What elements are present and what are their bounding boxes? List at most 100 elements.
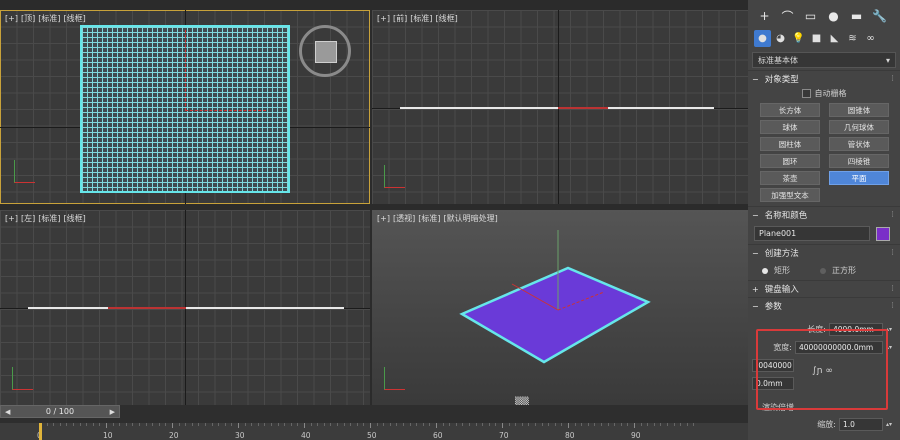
chevron-left-icon[interactable]: ◀ [5, 408, 10, 416]
plane-edge-left[interactable] [28, 307, 344, 309]
viewport-top-label[interactable]: [+] [顶] [标准] [线框] [5, 13, 89, 24]
rollout-parameters[interactable]: − 参数 ⁞ [748, 297, 900, 314]
timeline-minor-tick [554, 423, 556, 426]
rollout-creation-method[interactable]: − 创建方法 ⁞ [748, 244, 900, 261]
tube-button[interactable]: 管状体 [829, 137, 889, 151]
viewcube-face-icon[interactable] [315, 41, 337, 63]
timeline-minor-tick [178, 423, 180, 426]
timeline-minor-tick [620, 423, 622, 426]
timeline-minor-tick [581, 423, 583, 426]
timeline-minor-tick [383, 423, 385, 426]
timeline-minor-tick [389, 423, 391, 426]
timeline-minor-tick [482, 423, 484, 426]
radio-on-icon[interactable] [762, 267, 768, 274]
scale-spinner[interactable]: 1.0 [838, 418, 883, 431]
timeline-minor-tick [614, 423, 616, 426]
shapes-icon[interactable]: ◕ [772, 30, 789, 47]
object-color-swatch[interactable] [876, 226, 890, 241]
time-slider[interactable]: ◀ 0 / 100 ▶ [0, 405, 120, 418]
box-button[interactable]: 长方体 [760, 103, 820, 117]
rollout-keyboard-entry[interactable]: + 键盘输入 ⁞ [748, 280, 900, 297]
motion-tab-icon[interactable]: ● [823, 6, 844, 26]
rollout-name-color[interactable]: − 名称和颜色 ⁞ [748, 206, 900, 223]
timeline-minor-tick [59, 423, 61, 426]
category-dropdown[interactable]: 标准基本体 ▾ [752, 52, 896, 68]
spinner-arrows-icon[interactable]: ▴▾ [886, 421, 892, 428]
time-cursor[interactable] [39, 423, 42, 440]
sphere-button[interactable]: 球体 [760, 120, 820, 134]
viewport-top[interactable]: [+] [顶] [标准] [线框] [0, 10, 370, 204]
display-tab-icon[interactable]: ▬ [846, 6, 867, 26]
timeline-minor-tick [686, 423, 688, 426]
chevron-right-icon[interactable]: ▶ [110, 408, 115, 416]
collapse-icon: − [752, 301, 759, 311]
timeline-minor-tick [363, 423, 365, 426]
square-radio[interactable]: 正方形 [820, 265, 856, 276]
plane-edge-front[interactable] [400, 107, 714, 109]
transform-gizmo-icon [185, 30, 266, 111]
hierarchy-tab-icon[interactable]: ▭ [800, 6, 821, 26]
viewport-perspective[interactable]: [+] [透视] [标准] [默认明暗处理] [372, 210, 748, 405]
timeline-minor-tick [488, 423, 490, 426]
expand-icon: + [752, 284, 759, 294]
timeline-tick [502, 423, 503, 428]
plane-mesh-perspective[interactable] [372, 210, 748, 405]
viewport-left-label[interactable]: [+] [左] [标准] [线框] [5, 213, 89, 224]
lights-icon[interactable]: 💡 [790, 30, 807, 47]
timeline-minor-tick [139, 423, 140, 426]
timeline-minor-tick [528, 423, 530, 426]
viewport-front[interactable]: [+] [前] [标准] [线框] [372, 10, 748, 204]
text-plus-button[interactable]: 加强型文本 [760, 188, 820, 202]
pyramid-button[interactable]: 四棱锥 [829, 154, 889, 168]
radio-off-icon[interactable] [820, 267, 826, 274]
plane-button[interactable]: 平面 [829, 171, 889, 185]
timeline-minor-tick [132, 423, 134, 426]
rollout-object-type[interactable]: − 对象类型 ⁞ [748, 70, 900, 87]
rollout-handle-icon: ⁞ [891, 284, 894, 294]
space-warps-icon[interactable]: ≋ [844, 30, 861, 47]
timeline-minor-tick [191, 423, 193, 426]
timeline-minor-tick [627, 423, 629, 426]
timeline-minor-tick [574, 423, 576, 426]
timeline-minor-tick [561, 423, 563, 426]
create-tab-icon[interactable]: + [754, 6, 775, 26]
checkbox-icon[interactable] [801, 89, 811, 98]
geometry-icon[interactable]: ● [754, 30, 771, 47]
timeline-minor-tick [337, 423, 338, 426]
cameras-icon[interactable]: ■ [808, 30, 825, 47]
timeline-minor-tick [693, 423, 695, 426]
helpers-icon[interactable]: ◣ [826, 30, 843, 47]
timeline-minor-tick [587, 423, 589, 426]
timeline-tick [634, 423, 635, 428]
utilities-tab-icon[interactable]: 🔧 [869, 6, 890, 26]
teapot-button[interactable]: 茶壶 [760, 171, 820, 185]
viewport-front-label[interactable]: [+] [前] [标准] [线框] [377, 13, 461, 24]
object-type-buttons: 长方体 圆锥体 球体 几何球体 圆柱体 管状体 圆环 四棱锥 茶壶 平面 加强型… [748, 100, 900, 206]
viewcube-icon[interactable] [299, 25, 351, 77]
autogrid-checkbox[interactable]: 自动栅格 [748, 87, 900, 100]
timeline-track[interactable]: 0102030405060708090 [0, 423, 748, 440]
timeline-minor-tick [416, 423, 418, 426]
timeline-tick-label: 40 [301, 431, 311, 440]
geosphere-button[interactable]: 几何球体 [829, 120, 889, 134]
timeline-minor-tick [680, 423, 682, 426]
timeline-minor-tick [119, 423, 121, 426]
cone-button[interactable]: 圆锥体 [829, 103, 889, 117]
timeline-tick-label: 20 [169, 431, 179, 440]
timeline-minor-tick [521, 423, 523, 426]
timeline-minor-tick [92, 423, 94, 426]
timeline-minor-tick [442, 423, 444, 426]
object-name-field[interactable]: Plane001 [754, 226, 870, 241]
timeline-minor-tick [224, 423, 226, 426]
modify-tab-icon[interactable]: ⌒ [777, 6, 798, 26]
timeline-minor-tick [508, 423, 510, 426]
timeline-minor-tick [475, 423, 477, 426]
plane-edge-left-center [108, 307, 186, 309]
cylinder-button[interactable]: 圆柱体 [760, 137, 820, 151]
systems-icon[interactable]: ∞ [862, 30, 879, 47]
rectangle-radio[interactable]: 矩形 [762, 265, 790, 276]
timeline-tick [436, 423, 437, 428]
torus-button[interactable]: 圆环 [760, 154, 820, 168]
viewport-left[interactable]: [+] [左] [标准] [线框] [0, 210, 370, 405]
timeline-minor-tick [271, 423, 272, 426]
